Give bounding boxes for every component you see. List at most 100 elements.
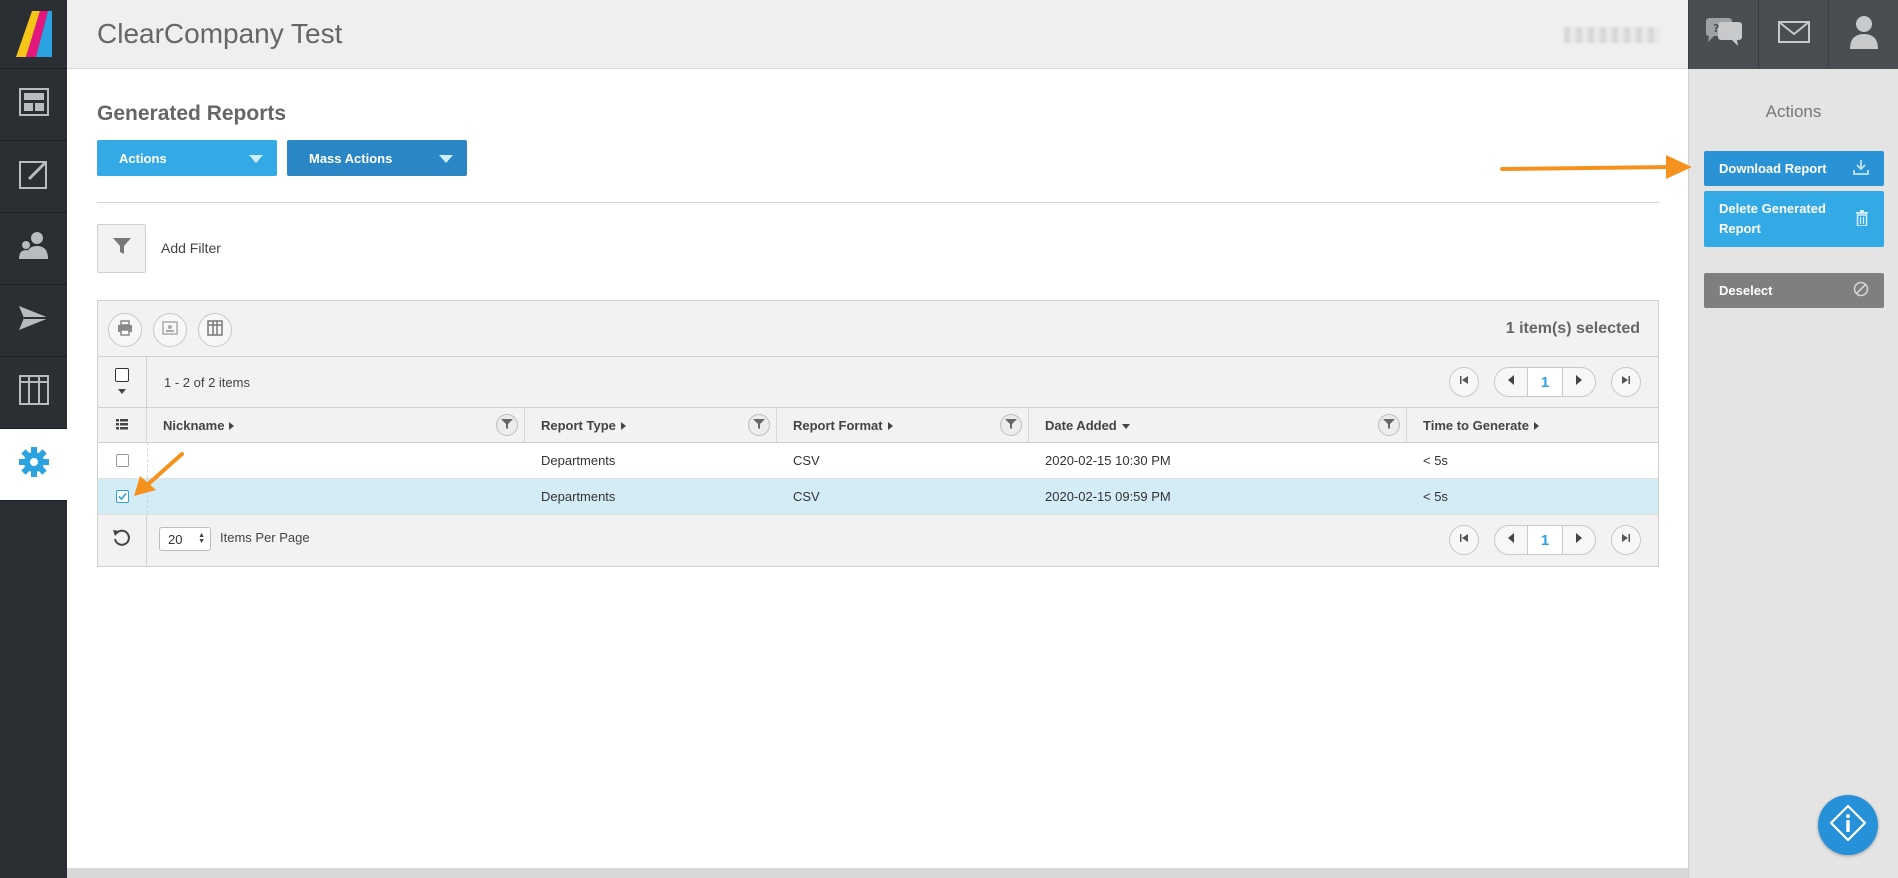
envelope-icon — [1777, 21, 1810, 48]
column-label: Nickname — [163, 417, 225, 433]
current-page[interactable]: 1 — [1528, 526, 1562, 554]
sort-right-icon — [620, 422, 626, 431]
last-page-button[interactable] — [1611, 525, 1641, 555]
first-page-icon — [1458, 373, 1470, 391]
refresh-button[interactable] — [98, 515, 147, 566]
page-nav-group: 1 — [1494, 367, 1596, 397]
column-label: Report Format — [793, 417, 883, 433]
actions-panel-title: Actions — [1765, 102, 1822, 121]
grid-header-row: Nickname Report Type Report Format Date … — [98, 407, 1658, 443]
user-profile-button[interactable] — [1828, 0, 1898, 69]
reports-grid: 1 item(s) selected 1 - 2 of 2 items 1 Ni… — [97, 300, 1659, 567]
delete-generated-report-label: Delete Generated Report — [1719, 201, 1826, 236]
sort-nickname[interactable]: Nickname — [148, 417, 235, 433]
column-label: Date Added — [1045, 417, 1117, 433]
mass-actions-dropdown[interactable]: Mass Actions — [287, 140, 467, 176]
trash-icon — [1855, 209, 1869, 229]
annotation-arrow-icon — [1500, 155, 1692, 179]
nav-settings[interactable] — [0, 429, 67, 501]
column-header-report-type: Report Type — [526, 408, 777, 442]
current-page[interactable]: 1 — [1528, 368, 1562, 396]
funnel-icon — [753, 418, 765, 433]
nav-board[interactable] — [0, 357, 67, 429]
section-title: Generated Reports — [97, 102, 287, 125]
sort-time-to-generate[interactable]: Time to Generate — [1408, 418, 1539, 433]
prev-page-icon — [1506, 373, 1516, 391]
filter-date-added-button[interactable] — [1378, 414, 1400, 436]
divider — [97, 202, 1659, 203]
sort-report-format[interactable]: Report Format — [778, 418, 893, 433]
top-pager: 1 - 2 of 2 items 1 — [98, 357, 1658, 407]
user-icon — [1849, 15, 1879, 54]
items-per-page-select[interactable]: 20 ▲ ▼ — [159, 527, 211, 551]
add-filter-label[interactable]: Add Filter — [161, 240, 221, 256]
sort-date-added[interactable]: Date Added — [1030, 418, 1130, 433]
filter-report-format-button[interactable] — [1000, 414, 1022, 436]
cell-report-type: Departments — [541, 453, 616, 468]
actions-dropdown[interactable]: Actions — [97, 140, 277, 176]
select-options-caret-icon[interactable] — [118, 389, 126, 394]
items-per-page-label: Items Per Page — [220, 530, 310, 545]
delete-generated-report-button[interactable]: Delete Generated Report — [1704, 191, 1884, 247]
add-filter-button[interactable] — [97, 224, 146, 273]
prev-page-button[interactable] — [1495, 526, 1529, 554]
help-chat-button[interactable]: ? — [1688, 0, 1758, 69]
select-all-cell — [98, 357, 147, 407]
select-all-checkbox[interactable] — [115, 368, 129, 382]
print-button[interactable] — [108, 313, 142, 347]
prev-page-button[interactable] — [1495, 368, 1529, 396]
info-help-button[interactable] — [1818, 795, 1878, 855]
table-row[interactable]: Departments CSV 2020-02-15 10:30 PM < 5s — [98, 443, 1658, 479]
cell-report-format: CSV — [793, 453, 820, 468]
nav-people[interactable] — [0, 213, 67, 285]
export-button[interactable] — [153, 313, 187, 347]
logo[interactable] — [0, 0, 67, 69]
contact-card-icon — [162, 320, 178, 341]
row-checkbox-checked[interactable] — [116, 490, 129, 503]
items-per-page-value: 20 — [168, 531, 183, 547]
download-report-button[interactable]: Download Report — [1704, 151, 1884, 186]
filter-nickname-button[interactable] — [496, 414, 518, 436]
column-label: Report Type — [541, 417, 616, 433]
nav-send[interactable] — [0, 285, 67, 357]
horizontal-scrollbar[interactable] — [67, 868, 1688, 878]
nav-edit[interactable] — [0, 141, 67, 213]
columns-button[interactable] — [198, 313, 232, 347]
left-nav — [0, 0, 67, 878]
deselect-button[interactable]: Deselect — [1704, 273, 1884, 308]
funnel-icon — [501, 418, 513, 433]
board-icon — [18, 375, 49, 410]
printer-icon — [117, 319, 133, 341]
funnel-icon — [112, 236, 132, 261]
nav-dashboard[interactable] — [0, 69, 67, 141]
svg-text:?: ? — [1713, 22, 1719, 35]
column-menu-cell[interactable] — [98, 408, 147, 442]
first-page-button[interactable] — [1449, 367, 1479, 397]
cell-time-to-generate: < 5s — [1423, 489, 1448, 504]
column-header-report-format: Report Format — [778, 408, 1029, 442]
funnel-icon — [1005, 418, 1017, 433]
row-checkbox[interactable] — [116, 454, 129, 467]
table-row[interactable]: Departments CSV 2020-02-15 09:59 PM < 5s — [98, 479, 1658, 515]
last-page-icon — [1620, 531, 1632, 549]
cell-report-type: Departments — [541, 489, 616, 504]
next-page-button[interactable] — [1561, 368, 1595, 396]
spinner-icon: ▲ ▼ — [198, 532, 205, 545]
info-icon — [1828, 803, 1868, 848]
first-page-icon — [1458, 531, 1470, 549]
actions-panel: Actions Download Report Delete Generated… — [1688, 69, 1898, 878]
download-icon — [1853, 159, 1869, 178]
next-page-button[interactable] — [1561, 526, 1595, 554]
edit-icon — [18, 159, 49, 194]
column-label: Time to Generate — [1423, 417, 1529, 433]
messages-button[interactable] — [1758, 0, 1828, 69]
last-page-button[interactable] — [1611, 367, 1641, 397]
filter-report-type-button[interactable] — [748, 414, 770, 436]
sort-right-icon — [1533, 422, 1539, 431]
cell-date-added: 2020-02-15 10:30 PM — [1045, 453, 1171, 468]
top-header: ClearCompany Test — [67, 0, 1688, 69]
first-page-button[interactable] — [1449, 525, 1479, 555]
sort-down-icon — [1121, 423, 1130, 429]
gear-icon — [18, 446, 50, 483]
sort-report-type[interactable]: Report Type — [526, 418, 626, 433]
